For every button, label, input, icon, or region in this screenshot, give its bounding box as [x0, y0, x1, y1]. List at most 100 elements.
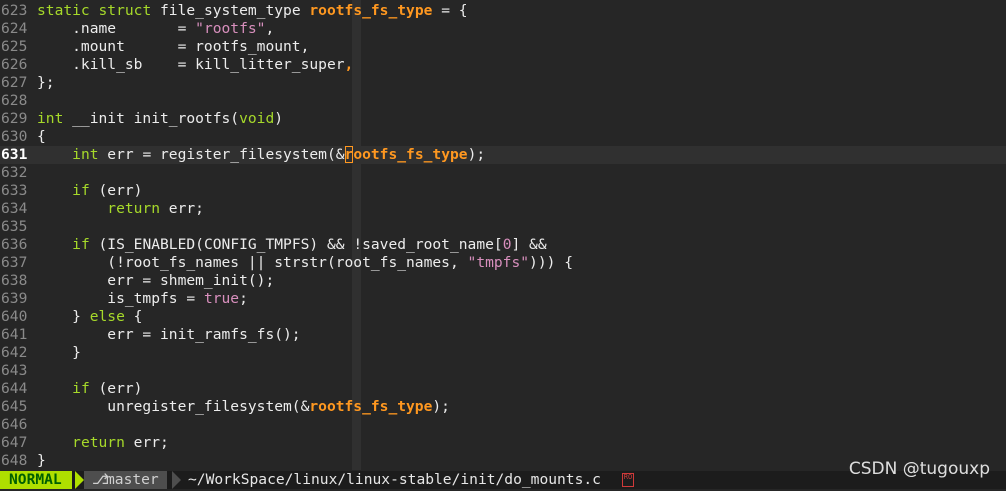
code-text: };: [37, 74, 55, 92]
line-number: 635: [1, 218, 28, 235]
code-line[interactable]: 647 return err;: [0, 434, 1006, 452]
code-line[interactable]: 644 if (err): [0, 380, 1006, 398]
code-token: rootfs_fs_type: [309, 2, 433, 19]
code-line[interactable]: 630 {: [0, 128, 1006, 146]
code-token: "tmpfs": [467, 254, 530, 271]
code-line[interactable]: 639 is_tmpfs = true;: [0, 290, 1006, 308]
code-line[interactable]: 642 }: [0, 344, 1006, 362]
line-number: 624: [1, 20, 28, 37]
code-token: }: [37, 308, 90, 325]
code-line[interactable]: 634 return err;: [0, 200, 1006, 218]
code-token: err = register_filesystem(&: [98, 146, 345, 163]
code-text: .kill_sb = kill_litter_super,: [37, 56, 353, 74]
code-token: err = shmem_init();: [37, 272, 275, 289]
code-token: file_system_type: [151, 2, 310, 19]
code-token: (!root_fs_names || strstr(root_fs_names,: [37, 254, 468, 271]
line-number: 647: [1, 434, 28, 451]
code-token: .mount = rootfs_mount,: [37, 38, 310, 55]
text-cursor: r: [344, 146, 354, 163]
vim-editor[interactable]: 623 static struct file_system_type rootfs…: [0, 0, 1006, 491]
code-line[interactable]: 633 if (err): [0, 182, 1006, 200]
line-number: 636: [1, 236, 28, 253]
branch-icon: ⎇: [92, 471, 109, 488]
code-line[interactable]: 637 (!root_fs_names || strstr(root_fs_na…: [0, 254, 1006, 272]
code-line[interactable]: 628: [0, 92, 1006, 110]
code-line[interactable]: 638 err = shmem_init();: [0, 272, 1006, 290]
code-token: true: [203, 290, 240, 307]
line-number: 630: [1, 128, 28, 145]
code-text: if (IS_ENABLED(CONFIG_TMPFS) && !saved_r…: [37, 236, 546, 254]
code-text: unregister_filesystem(&rootfs_fs_type);: [37, 398, 450, 416]
code-line[interactable]: 646: [0, 416, 1006, 434]
code-token: else: [89, 308, 125, 325]
code-line[interactable]: 623 static struct file_system_type rootfs…: [0, 2, 1006, 20]
code-line[interactable]: 641 err = init_ramfs_fs();: [0, 326, 1006, 344]
code-token: ootfs_fs_type: [353, 146, 468, 163]
line-number: 643: [1, 362, 28, 379]
mode-separator-arrow: [75, 471, 84, 489]
code-text: int err = register_filesystem(&rootfs_fs…: [37, 146, 485, 164]
code-token: };: [37, 74, 55, 91]
line-number: 642: [1, 344, 28, 361]
code-token: if: [72, 380, 90, 397]
line-number: 626: [1, 56, 28, 73]
line-number: 646: [1, 416, 28, 433]
line-number: 633: [1, 182, 28, 199]
code-line[interactable]: 629 int __init init_rootfs(void): [0, 110, 1006, 128]
code-line[interactable]: 631 int err = register_filesystem(&rootf…: [0, 146, 1006, 164]
code-line[interactable]: 635: [0, 218, 1006, 236]
code-token: ): [274, 110, 284, 127]
code-token: "rootfs": [195, 20, 266, 37]
line-number: 637: [1, 254, 28, 271]
line-number: 627: [1, 74, 28, 91]
code-token: err;: [160, 200, 204, 217]
code-line[interactable]: 632: [0, 164, 1006, 182]
code-token: return: [107, 200, 161, 217]
code-line[interactable]: 625 .mount = rootfs_mount,: [0, 38, 1006, 56]
code-token: __init init_rootfs(: [63, 110, 240, 127]
code-token: int: [37, 110, 64, 127]
code-line[interactable]: 643: [0, 362, 1006, 380]
code-text: }: [37, 344, 81, 362]
line-number: 645: [1, 398, 28, 415]
code-line[interactable]: 636 if (IS_ENABLED(CONFIG_TMPFS) && !sav…: [0, 236, 1006, 254]
line-number: 639: [1, 290, 28, 307]
line-number: 640: [1, 308, 28, 325]
code-text: return err;: [37, 434, 169, 452]
line-number: 648: [1, 452, 28, 469]
code-text: static struct file_system_type rootfs_fs…: [37, 2, 468, 20]
code-line[interactable]: 640 } else {: [0, 308, 1006, 326]
code-token: ,: [265, 20, 275, 37]
code-token: = {: [432, 2, 468, 19]
line-number: 634: [1, 200, 28, 217]
code-token: );: [467, 146, 486, 163]
lock-icon: RO: [622, 473, 634, 487]
code-token: {: [37, 128, 46, 145]
code-token: ,: [344, 56, 354, 73]
code-area[interactable]: 623 static struct file_system_type rootfs…: [0, 2, 1006, 470]
code-token: if: [72, 236, 90, 253]
code-text: err = shmem_init();: [37, 272, 274, 290]
code-line[interactable]: 624 .name = "rootfs",: [0, 20, 1006, 38]
code-line[interactable]: 627};: [0, 74, 1006, 92]
code-token: err;: [124, 434, 169, 451]
code-text: is_tmpfs = true;: [37, 290, 248, 308]
code-text: {: [37, 128, 46, 146]
code-text: err = init_ramfs_fs();: [37, 326, 300, 344]
code-text: .mount = rootfs_mount,: [37, 38, 309, 56]
code-line[interactable]: 645 unregister_filesystem(&rootfs_fs_typ…: [0, 398, 1006, 416]
line-number: 644: [1, 380, 28, 397]
code-token: ;: [239, 290, 248, 307]
line-number: 623: [1, 2, 28, 19]
line-number: 641: [1, 326, 28, 343]
line-number: 631: [1, 146, 28, 163]
code-line[interactable]: 626 .kill_sb = kill_litter_super,: [0, 56, 1006, 74]
line-number: 628: [1, 92, 28, 109]
file-path: ~/WorkSpace/linux/linux-stable/init/do_m…: [188, 471, 601, 488]
